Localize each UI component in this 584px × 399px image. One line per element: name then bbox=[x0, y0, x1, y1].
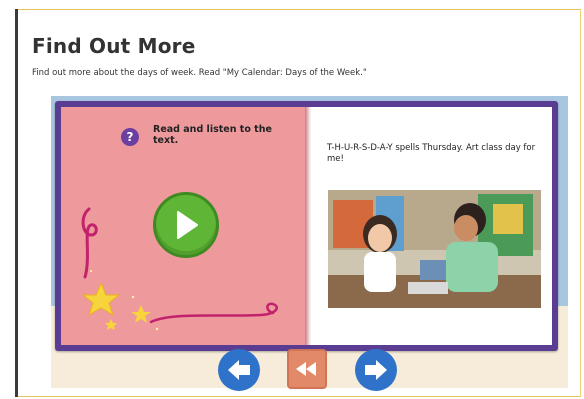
play-button[interactable] bbox=[153, 192, 219, 258]
previous-page-button[interactable] bbox=[218, 349, 260, 391]
rewind-icon bbox=[296, 362, 316, 376]
play-icon bbox=[177, 211, 198, 239]
star-icon-small bbox=[131, 305, 151, 323]
reader-stage: ? Read and listen to the text. T-H-U-R-S… bbox=[51, 96, 568, 388]
swirl-decoration bbox=[81, 207, 98, 279]
page-subtitle: Find out more about the days of week. Re… bbox=[32, 68, 367, 78]
swirl-decoration-bottom bbox=[149, 302, 278, 324]
arrow-right-icon bbox=[365, 360, 387, 380]
children-painting-photo bbox=[328, 190, 541, 308]
page-title: Find Out More bbox=[32, 34, 196, 58]
arrow-left-icon bbox=[228, 360, 250, 380]
star-icon-tiny bbox=[105, 319, 117, 330]
rewind-button[interactable] bbox=[287, 349, 327, 389]
next-page-button[interactable] bbox=[355, 349, 397, 391]
frame-left-edge bbox=[15, 9, 18, 397]
book-right-page: T-H-U-R-S-D-A-Y spells Thursday. Art cla… bbox=[311, 107, 552, 345]
book: ? Read and listen to the text. T-H-U-R-S… bbox=[55, 101, 558, 351]
book-left-page: ? Read and listen to the text. bbox=[61, 107, 307, 345]
star-icon bbox=[81, 281, 121, 317]
page-caption: T-H-U-R-S-D-A-Y spells Thursday. Art cla… bbox=[327, 143, 536, 164]
